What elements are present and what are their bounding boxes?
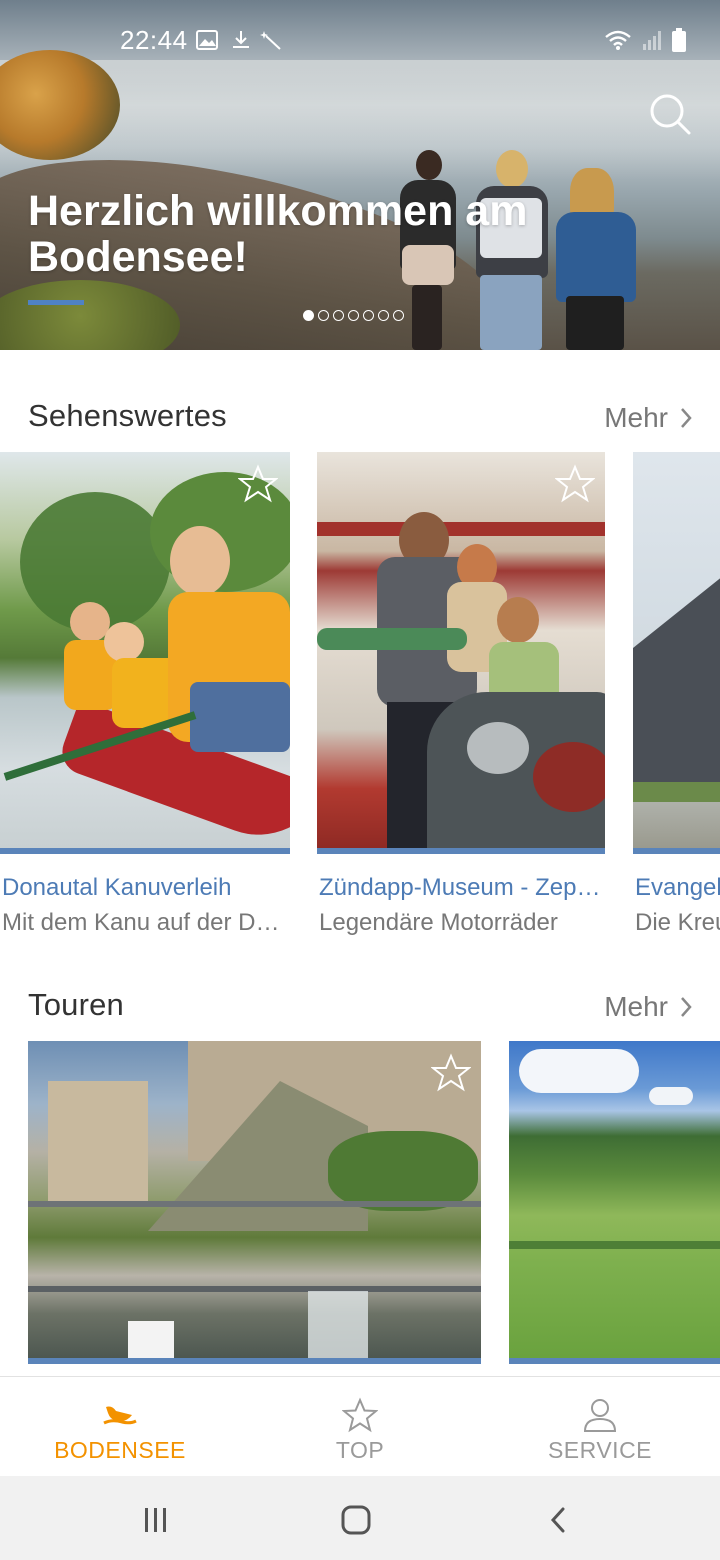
nav-item-service[interactable]: SERVICE — [480, 1377, 720, 1477]
tour-image-meadow — [509, 1041, 720, 1358]
user-icon — [583, 1399, 617, 1432]
nav-item-top[interactable]: TOP — [240, 1377, 480, 1477]
section-title-touren: Touren — [28, 987, 124, 1022]
tour-image-castle — [28, 1041, 481, 1358]
hero-pagination[interactable] — [303, 310, 404, 321]
search-icon[interactable] — [648, 92, 692, 136]
tour-card[interactable] — [509, 1041, 720, 1364]
sight-card[interactable]: Zündapp-Museum - Zeppelin Legendäre Moto… — [317, 452, 605, 942]
more-label: Mehr — [604, 402, 668, 433]
chevron-right-icon — [681, 408, 692, 428]
card-subtitle: Die Kreuzkirche — [635, 909, 720, 936]
more-link-sehenswertes[interactable]: Mehr — [604, 402, 692, 434]
chevron-right-icon — [681, 997, 692, 1017]
section-title-sehenswertes: Sehenswertes — [28, 398, 227, 433]
more-link-touren[interactable]: Mehr — [604, 991, 692, 1023]
card-image-church — [633, 452, 720, 848]
card-title: Evangelische Kirche — [635, 874, 720, 901]
nav-label: SERVICE — [547, 1437, 653, 1463]
card-accent-bar — [633, 848, 720, 854]
tour-card[interactable] — [28, 1041, 481, 1364]
bodensee-swan-icon — [103, 1406, 137, 1425]
download-icon — [233, 31, 249, 48]
status-right-icons — [604, 28, 686, 52]
gallery-icon — [196, 30, 218, 50]
status-time: 22:44 — [120, 25, 188, 55]
wifi-icon — [605, 30, 631, 50]
star-favorite-icon[interactable] — [238, 464, 278, 504]
card-accent-bar — [28, 1358, 481, 1364]
card-subtitle: Legendäre Motorräder — [319, 909, 558, 936]
pagination-dot[interactable] — [393, 310, 404, 321]
pagination-dot[interactable] — [333, 310, 344, 321]
card-accent-bar — [509, 1358, 720, 1364]
back-icon[interactable] — [548, 1506, 568, 1534]
more-label: Mehr — [604, 991, 668, 1022]
card-image-museum — [317, 452, 605, 848]
pagination-dot[interactable] — [348, 310, 359, 321]
hero-title: Herzlich willkommen am Bodensee! — [28, 187, 528, 281]
pagination-dot[interactable] — [303, 310, 314, 321]
magic-wand-icon — [260, 31, 281, 50]
system-navigation-bar — [0, 1476, 720, 1560]
star-favorite-icon[interactable] — [431, 1053, 471, 1093]
sight-card[interactable]: Evangelische Kirche Die Kreuzkirche — [633, 452, 720, 942]
home-icon[interactable] — [341, 1505, 371, 1535]
bottom-navigation: BODENSEE TOP SERVICE — [0, 1376, 720, 1476]
signal-icon — [643, 31, 661, 50]
card-accent-bar — [317, 848, 605, 854]
nav-item-bodensee[interactable]: BODENSEE — [0, 1377, 240, 1477]
pagination-dot[interactable] — [378, 310, 389, 321]
card-image-canoe — [0, 452, 290, 848]
star-favorite-icon[interactable] — [555, 464, 595, 504]
star-icon — [342, 1397, 378, 1433]
status-bar: 22:44 — [0, 0, 720, 64]
card-accent-bar — [0, 848, 290, 854]
pagination-dot[interactable] — [363, 310, 374, 321]
card-subtitle: Mit dem Kanu auf der Donau — [2, 909, 290, 936]
battery-icon — [672, 28, 686, 52]
recent-apps-icon[interactable] — [142, 1506, 170, 1534]
card-title: Donautal Kanuverleih — [2, 874, 232, 901]
nav-label: BODENSEE — [54, 1437, 186, 1463]
sight-card[interactable]: Donautal Kanuverleih Mit dem Kanu auf de… — [0, 452, 290, 942]
card-title: Zündapp-Museum - Zeppelin — [319, 874, 601, 901]
pagination-dot[interactable] — [318, 310, 329, 321]
hero-accent-bar — [28, 300, 84, 305]
nav-label: TOP — [335, 1437, 385, 1463]
